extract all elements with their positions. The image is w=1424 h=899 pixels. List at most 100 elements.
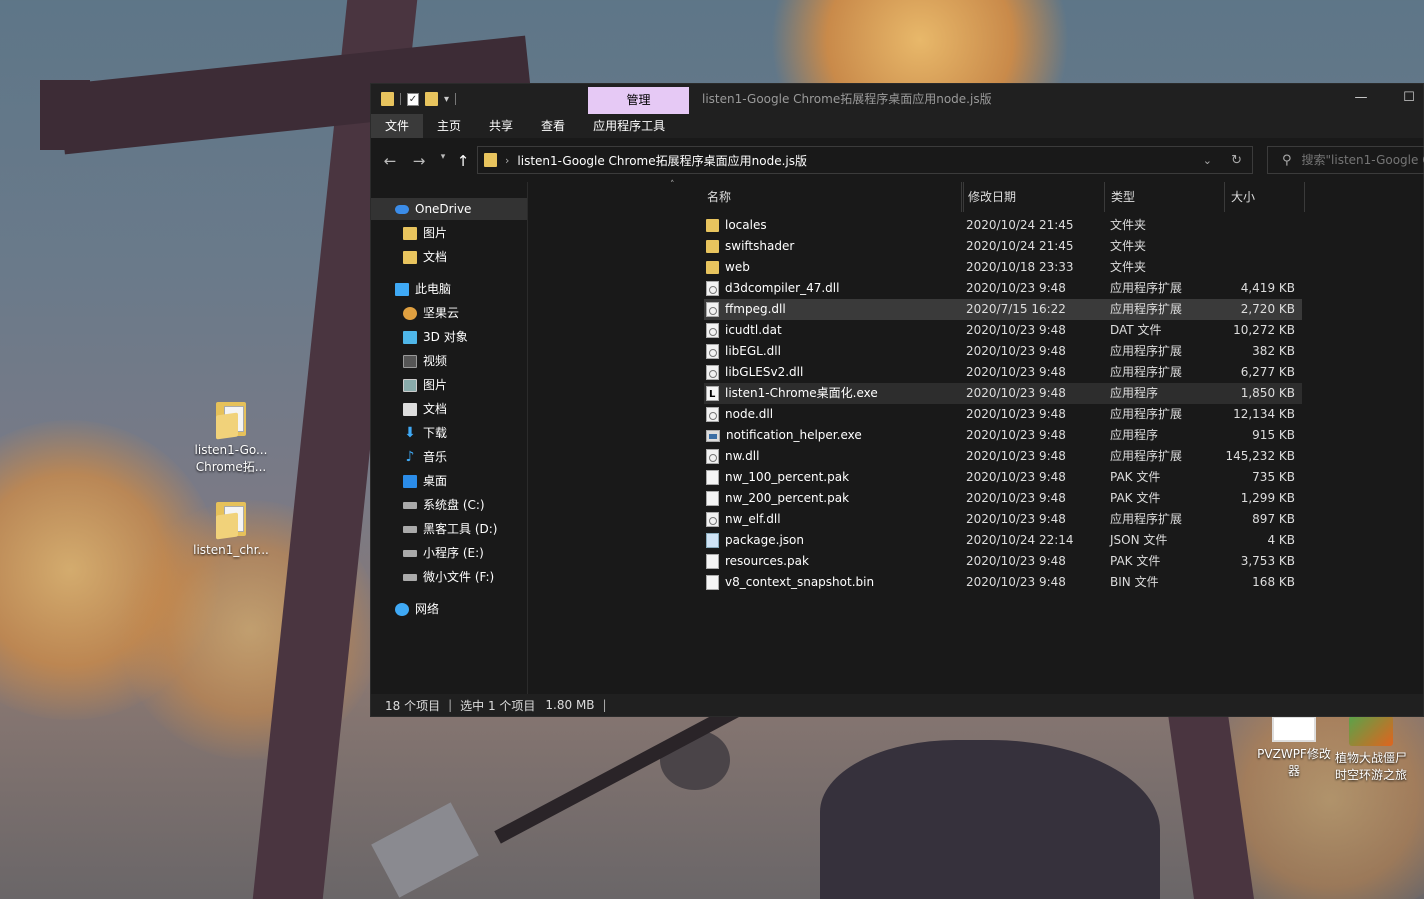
file-row[interactable]: locales 2020/10/24 21:45 文件夹 bbox=[704, 215, 1302, 236]
up-arrow-icon[interactable]: ↑ bbox=[453, 152, 473, 170]
file-type: 应用程序 bbox=[1110, 428, 1159, 442]
file-name-cell: listen1-Chrome桌面化.exe bbox=[706, 383, 878, 405]
desktop-icon-pvzwpf[interactable]: PVZWPF修改 器 bbox=[1254, 716, 1334, 780]
file-row[interactable]: libGLESv2.dll 2020/10/23 9:48 应用程序扩展 6,277 … bbox=[704, 362, 1302, 383]
file-name: notification_helper.exe bbox=[726, 428, 862, 442]
sidebar-item[interactable]: 3D 对象 bbox=[371, 326, 527, 348]
folder-icon bbox=[214, 500, 248, 540]
refresh-icon[interactable]: ↻ bbox=[1231, 153, 1242, 168]
file-row[interactable]: notification_helper.exe 2020/10/23 9:48 应用… bbox=[704, 425, 1302, 446]
tab-view[interactable]: 查看 bbox=[527, 114, 579, 138]
file-row[interactable]: libEGL.dll 2020/10/23 9:48 应用程序扩展 382 KB bbox=[704, 341, 1302, 362]
file-type: 应用程序扩展 bbox=[1110, 365, 1183, 379]
desktop-icon-listen1-chr[interactable]: listen1_chr... bbox=[191, 500, 271, 559]
file-name-cell: web bbox=[706, 257, 750, 278]
sidebar-item[interactable]: 文档 bbox=[371, 246, 527, 268]
file-name: nw_200_percent.pak bbox=[725, 491, 850, 505]
file-row[interactable]: listen1-Chrome桌面化.exe 2020/10/23 9:48 应用程序… bbox=[704, 383, 1302, 405]
minimize-button[interactable]: — bbox=[1338, 84, 1384, 114]
file-row[interactable]: node.dll 2020/10/23 9:48 应用程序扩展 12,134 KB bbox=[704, 404, 1302, 425]
sidebar-item-label: 网络 bbox=[415, 602, 440, 616]
chevron-down-icon[interactable]: ▾ bbox=[444, 94, 449, 105]
file-row[interactable]: resources.pak 2020/10/23 9:48 PAK 文件 3,753 … bbox=[704, 551, 1302, 572]
file-row[interactable]: d3dcompiler_47.dll 2020/10/23 9:48 应用程序扩展 4… bbox=[704, 278, 1302, 299]
sidebar-item[interactable]: 坚果云 bbox=[371, 302, 527, 324]
desktop-icon-pvz-game[interactable]: 植物大战僵尸 时空环游之旅 bbox=[1331, 716, 1411, 784]
file-date: 2020/10/23 9:48 bbox=[966, 386, 1066, 400]
sidebar-item[interactable]: 微小文件 (F:) bbox=[371, 566, 527, 588]
file-row[interactable]: ffmpeg.dll 2020/7/15 16:22 应用程序扩展 2,720 KB bbox=[704, 299, 1302, 320]
column-header-size[interactable]: 大小 bbox=[1225, 182, 1305, 212]
recent-chevron-icon[interactable]: ▾ bbox=[433, 152, 453, 162]
file-row[interactable]: nw_100_percent.pak 2020/10/23 9:48 PAK 文件 7… bbox=[704, 467, 1302, 488]
properties-icon[interactable]: ✓ bbox=[407, 92, 419, 106]
maximize-button[interactable]: ☐ bbox=[1386, 84, 1424, 114]
tab-manage[interactable]: 管理 bbox=[588, 87, 689, 114]
title-bar[interactable]: ✓ ▾ 管理 listen1-Google Chrome拓展程序桌面应用node… bbox=[371, 84, 1423, 114]
sidebar-item[interactable]: 黑客工具 (D:) bbox=[371, 518, 527, 540]
sidebar-item[interactable]: 网络 bbox=[371, 598, 527, 620]
file-name: node.dll bbox=[725, 407, 774, 421]
sidebar-item[interactable]: OneDrive bbox=[371, 198, 527, 220]
file-name-cell: libEGL.dll bbox=[706, 341, 781, 362]
nutstore-icon bbox=[403, 306, 417, 320]
sidebar-item-label: 微小文件 (F:) bbox=[423, 570, 495, 584]
breadcrumb[interactable]: listen1-Google Chrome拓展程序桌面应用node.js版 bbox=[517, 152, 807, 169]
file-type: 文件夹 bbox=[1110, 239, 1147, 253]
file-name: nw_elf.dll bbox=[725, 512, 781, 526]
desktop-icon-label: listen1_chr... bbox=[193, 543, 269, 557]
file-row[interactable]: package.json 2020/10/24 22:14 JSON 文件 4 KB bbox=[704, 530, 1302, 551]
file-type: 文件夹 bbox=[1110, 218, 1147, 232]
folder-icon[interactable] bbox=[381, 92, 394, 106]
file-name: nw_100_percent.pak bbox=[725, 470, 850, 484]
sidebar-item[interactable]: 桌面 bbox=[371, 470, 527, 492]
chevron-right-icon[interactable]: › bbox=[505, 154, 509, 167]
tab-home[interactable]: 主页 bbox=[423, 114, 475, 138]
sidebar-item[interactable]: 文档 bbox=[371, 398, 527, 420]
sidebar-item[interactable]: 图片 bbox=[371, 374, 527, 396]
file-type: 应用程序 bbox=[1110, 386, 1159, 400]
sidebar-item[interactable]: 视频 bbox=[371, 350, 527, 372]
search-box[interactable]: ⚲ bbox=[1267, 146, 1424, 174]
desktop-icon-label: 时空环游之旅 bbox=[1334, 768, 1407, 782]
file-row[interactable]: v8_context_snapshot.bin 2020/10/23 9:48 BI… bbox=[704, 572, 1302, 593]
tab-share[interactable]: 共享 bbox=[475, 114, 527, 138]
file-row[interactable]: nw_200_percent.pak 2020/10/23 9:48 PAK 文件 1… bbox=[704, 488, 1302, 509]
file-row[interactable]: icudtl.dat 2020/10/23 9:48 DAT 文件 10,272 KB bbox=[704, 320, 1302, 341]
tab-app-tools[interactable]: 应用程序工具 bbox=[579, 114, 679, 138]
desktop-icon-label: 植物大战僵尸 bbox=[1334, 751, 1407, 765]
column-header-date[interactable]: 修改日期 bbox=[961, 182, 1105, 212]
new-folder-icon[interactable] bbox=[425, 92, 438, 106]
address-bar[interactable]: › listen1-Google Chrome拓展程序桌面应用node.js版 … bbox=[477, 146, 1253, 174]
chevron-down-icon[interactable]: ⌄ bbox=[1203, 154, 1212, 167]
file-row[interactable]: nw_elf.dll 2020/10/23 9:48 应用程序扩展 897 KB bbox=[704, 509, 1302, 530]
folder-icon bbox=[706, 261, 719, 274]
sidebar-item[interactable]: 图片 bbox=[371, 222, 527, 244]
file-size: 6,277 KB bbox=[1240, 365, 1295, 379]
desktop-icon-listen1-shortcut[interactable]: listen1-Go... Chrome拓... bbox=[191, 400, 271, 476]
file-row[interactable]: swiftshader 2020/10/24 21:45 文件夹 bbox=[704, 236, 1302, 257]
sidebar-item[interactable]: ⬇ 下载 bbox=[371, 422, 527, 444]
column-header-type[interactable]: 类型 bbox=[1105, 182, 1225, 212]
file-name-cell: locales bbox=[706, 215, 767, 236]
file-type: 应用程序扩展 bbox=[1110, 407, 1183, 421]
sidebar-item[interactable]: 此电脑 bbox=[371, 278, 527, 300]
sidebar-item[interactable]: 系统盘 (C:) bbox=[371, 494, 527, 516]
forward-arrow-icon[interactable]: → bbox=[409, 152, 429, 170]
json-file-icon bbox=[706, 533, 719, 548]
file-row[interactable]: nw.dll 2020/10/23 9:48 应用程序扩展 145,232 KB bbox=[704, 446, 1302, 467]
folder-icon bbox=[403, 226, 417, 240]
column-header-name[interactable]: 名称 bbox=[701, 182, 964, 212]
file-row[interactable]: web 2020/10/18 23:33 文件夹 bbox=[704, 257, 1302, 278]
search-input[interactable] bbox=[1301, 153, 1424, 167]
file-name-cell: resources.pak bbox=[706, 551, 809, 572]
sidebar-item[interactable]: 小程序 (E:) bbox=[371, 542, 527, 564]
selection-count: 选中 1 个项目 bbox=[460, 698, 536, 713]
file-size: 897 KB bbox=[1252, 512, 1295, 526]
sort-ascending-icon: ˄ bbox=[670, 180, 675, 190]
file-date: 2020/10/23 9:48 bbox=[966, 575, 1066, 589]
back-arrow-icon[interactable]: ← bbox=[380, 152, 400, 170]
tab-file[interactable]: 文件 bbox=[371, 114, 424, 138]
sidebar-item-label: 图片 bbox=[423, 226, 448, 240]
sidebar-item[interactable]: ♪ 音乐 bbox=[371, 446, 527, 468]
